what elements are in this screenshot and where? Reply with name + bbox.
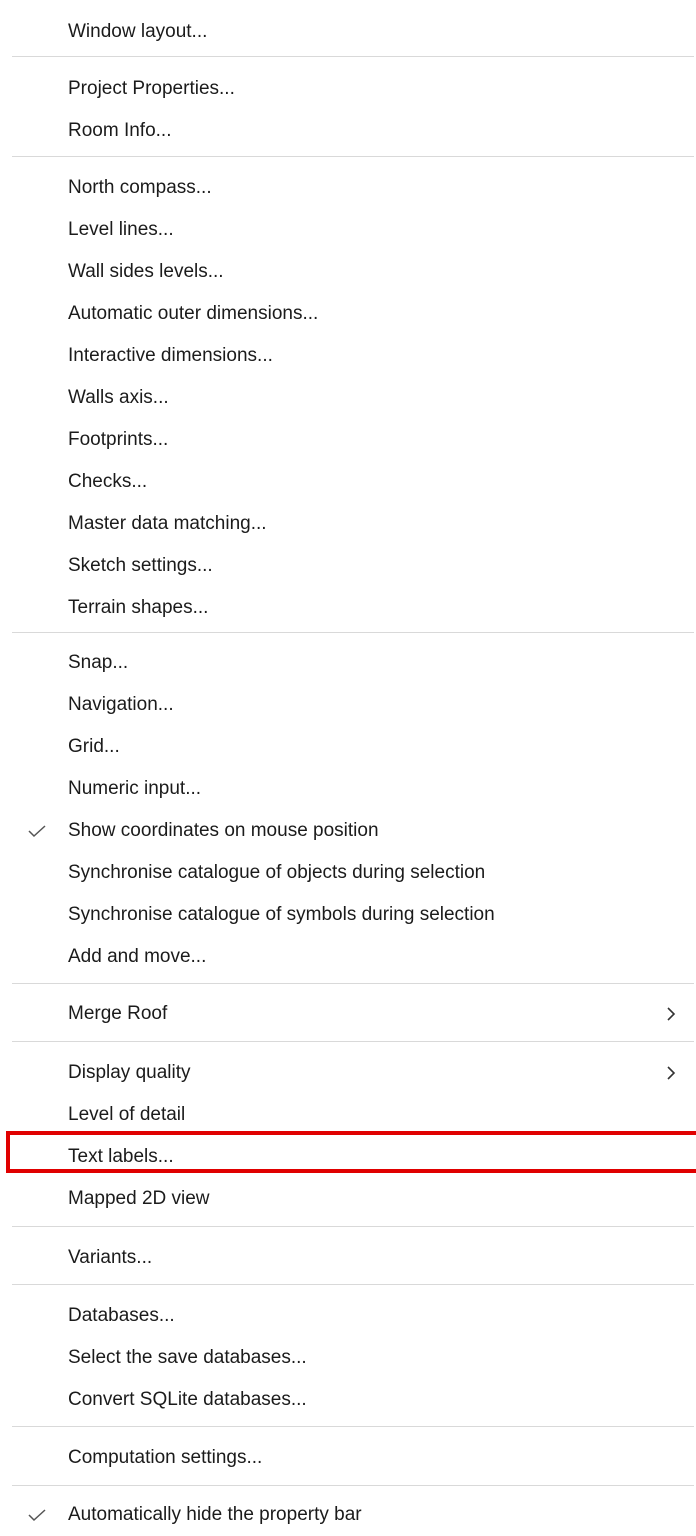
menu-item-automatic-outer-dimensions[interactable]: Automatic outer dimensions... bbox=[0, 293, 696, 335]
menu-item-label: Window layout... bbox=[68, 21, 208, 42]
menu-item-label: Variants... bbox=[68, 1247, 153, 1268]
menu-item-checks[interactable]: Checks... bbox=[0, 461, 696, 503]
menu-item-label: Mapped 2D view bbox=[68, 1188, 210, 1209]
menu-item-interactive-dimensions[interactable]: Interactive dimensions... bbox=[0, 335, 696, 377]
menu-item-grid[interactable]: Grid... bbox=[0, 726, 696, 768]
menu-item-computation-settings[interactable]: Computation settings... bbox=[0, 1437, 696, 1479]
chevron-right-icon bbox=[667, 1007, 676, 1021]
menu-item-merge-roof[interactable]: Merge Roof bbox=[0, 993, 696, 1035]
menu-item-select-save-databases[interactable]: Select the save databases... bbox=[0, 1337, 696, 1379]
menu-item-terrain-shapes[interactable]: Terrain shapes... bbox=[0, 587, 696, 629]
menu-item-wall-sides-levels[interactable]: Wall sides levels... bbox=[0, 251, 696, 293]
checkmark-icon bbox=[28, 1509, 46, 1522]
menu-item-snap[interactable]: Snap... bbox=[0, 642, 696, 684]
menu-item-label: Synchronise catalogue of objects during … bbox=[68, 862, 486, 883]
menu-item-label: Navigation... bbox=[68, 694, 174, 715]
menu-item-master-data-matching[interactable]: Master data matching... bbox=[0, 503, 696, 545]
menu-item-north-compass[interactable]: North compass... bbox=[0, 167, 696, 209]
menu-separator bbox=[12, 56, 694, 57]
highlight-box bbox=[6, 1131, 696, 1173]
menu-item-label: Level of detail bbox=[68, 1104, 186, 1125]
menu-item-room-info[interactable]: Room Info... bbox=[0, 110, 696, 152]
menu-item-label: Automatic outer dimensions... bbox=[68, 303, 319, 324]
menu-item-label: North compass... bbox=[68, 177, 212, 198]
menu-separator bbox=[12, 1041, 694, 1042]
menu-item-footprints[interactable]: Footprints... bbox=[0, 419, 696, 461]
menu-item-mapped-2d-view[interactable]: Mapped 2D view bbox=[0, 1178, 696, 1220]
checkmark-icon bbox=[28, 825, 46, 838]
menu-item-label: Room Info... bbox=[68, 120, 172, 141]
context-menu: Window layout... Project Properties... R… bbox=[0, 0, 696, 1529]
menu-item-label: Level lines... bbox=[68, 219, 174, 240]
menu-item-navigation[interactable]: Navigation... bbox=[0, 684, 696, 726]
menu-item-label: Interactive dimensions... bbox=[68, 345, 273, 366]
menu-item-label: Terrain shapes... bbox=[68, 597, 209, 618]
menu-separator bbox=[12, 1485, 694, 1486]
menu-item-sync-catalogue-symbols[interactable]: Synchronise catalogue of symbols during … bbox=[0, 894, 696, 936]
menu-item-label: Numeric input... bbox=[68, 778, 202, 799]
menu-separator bbox=[12, 632, 694, 633]
menu-separator bbox=[12, 983, 694, 984]
menu-item-label: Add and move... bbox=[68, 946, 207, 967]
menu-item-label: Synchronise catalogue of symbols during … bbox=[68, 904, 495, 925]
menu-separator bbox=[12, 1284, 694, 1285]
menu-item-project-properties[interactable]: Project Properties... bbox=[0, 68, 696, 110]
menu-item-label: Snap... bbox=[68, 652, 129, 673]
menu-separator bbox=[12, 156, 694, 157]
menu-item-walls-axis[interactable]: Walls axis... bbox=[0, 377, 696, 419]
menu-item-databases[interactable]: Databases... bbox=[0, 1295, 696, 1337]
menu-item-auto-hide-property-bar[interactable]: Automatically hide the property bar bbox=[0, 1494, 696, 1536]
menu-separator bbox=[12, 1426, 694, 1427]
menu-item-convert-sqlite-databases[interactable]: Convert SQLite databases... bbox=[0, 1379, 696, 1421]
menu-item-label: Project Properties... bbox=[68, 78, 235, 99]
menu-item-label: Checks... bbox=[68, 471, 148, 492]
menu-item-label: Footprints... bbox=[68, 429, 169, 450]
menu-item-label: Grid... bbox=[68, 736, 120, 757]
menu-item-label: Display quality bbox=[68, 1062, 191, 1083]
chevron-right-icon bbox=[667, 1066, 676, 1080]
menu-item-label: Master data matching... bbox=[68, 513, 267, 534]
menu-item-level-of-detail[interactable]: Level of detail bbox=[0, 1094, 696, 1136]
menu-item-level-lines[interactable]: Level lines... bbox=[0, 209, 696, 251]
menu-item-label: Sketch settings... bbox=[68, 555, 213, 576]
menu-item-sync-catalogue-objects[interactable]: Synchronise catalogue of objects during … bbox=[0, 852, 696, 894]
menu-item-numeric-input[interactable]: Numeric input... bbox=[0, 768, 696, 810]
menu-item-label: Merge Roof bbox=[68, 1003, 168, 1024]
menu-item-window-layout[interactable]: Window layout... bbox=[0, 11, 696, 53]
menu-item-variants[interactable]: Variants... bbox=[0, 1237, 696, 1279]
menu-item-add-and-move[interactable]: Add and move... bbox=[0, 936, 696, 978]
menu-item-label: Select the save databases... bbox=[68, 1347, 307, 1368]
menu-separator bbox=[12, 1226, 694, 1227]
menu-item-label: Show coordinates on mouse position bbox=[68, 820, 379, 841]
menu-item-show-coordinates[interactable]: Show coordinates on mouse position bbox=[0, 810, 696, 852]
menu-item-label: Walls axis... bbox=[68, 387, 169, 408]
menu-item-label: Computation settings... bbox=[68, 1447, 263, 1468]
menu-item-label: Convert SQLite databases... bbox=[68, 1389, 307, 1410]
menu-item-label: Wall sides levels... bbox=[68, 261, 224, 282]
menu-item-display-quality[interactable]: Display quality bbox=[0, 1052, 696, 1094]
menu-item-label: Automatically hide the property bar bbox=[68, 1504, 362, 1525]
menu-item-label: Databases... bbox=[68, 1305, 175, 1326]
menu-item-sketch-settings[interactable]: Sketch settings... bbox=[0, 545, 696, 587]
